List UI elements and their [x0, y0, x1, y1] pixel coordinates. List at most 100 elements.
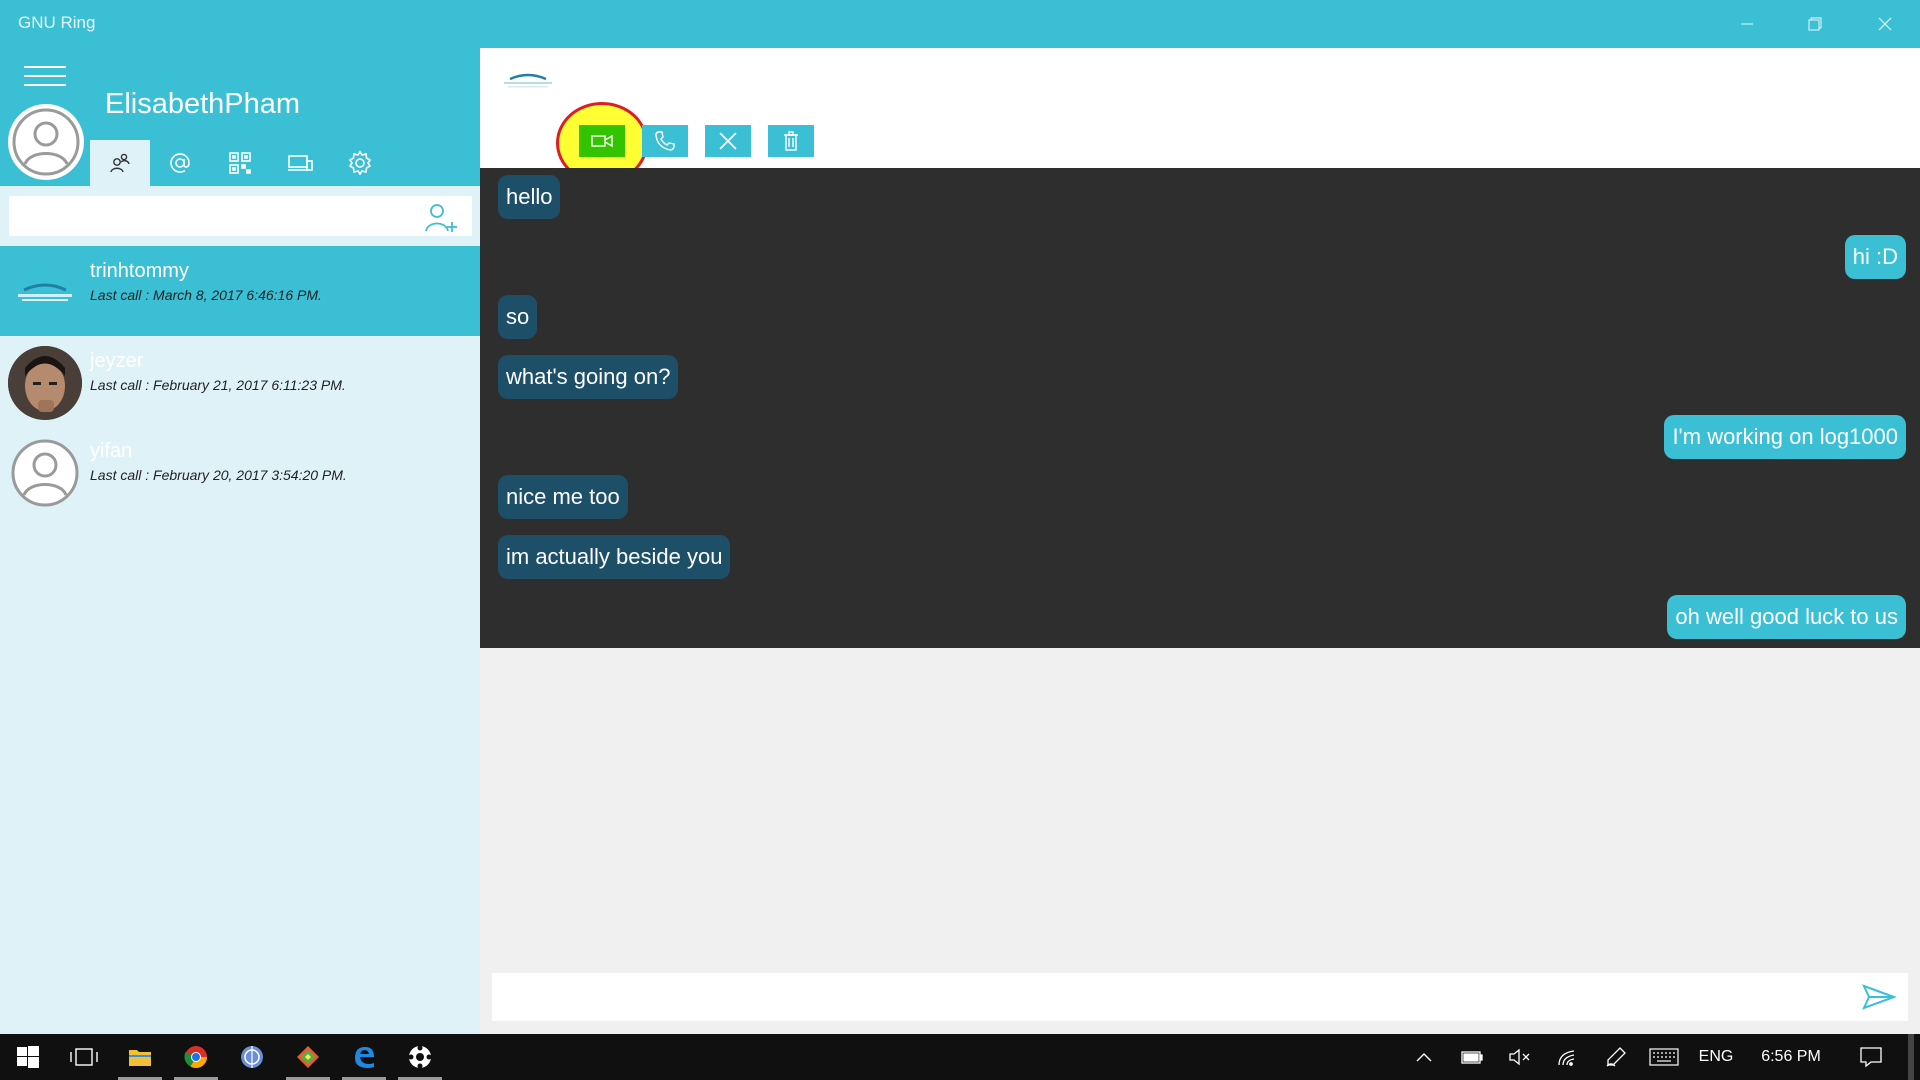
- restore-button[interactable]: [1792, 8, 1838, 40]
- send-icon: [1862, 984, 1897, 1010]
- tab-settings[interactable]: [330, 140, 390, 186]
- volume-muted-icon: [1509, 1048, 1530, 1066]
- clock-time: 6:56 PM: [1761, 1048, 1821, 1065]
- account-username: ElisabethPham: [105, 88, 301, 120]
- touch-keyboard-button[interactable]: [1644, 1034, 1684, 1080]
- minimize-icon: [1741, 23, 1753, 25]
- taskbar-file-explorer[interactable]: [112, 1034, 168, 1080]
- contact-name: jeyzer: [90, 350, 144, 372]
- pen-button[interactable]: [1596, 1034, 1636, 1080]
- contact-item-jeyzer[interactable]: jeyzer Last call : February 21, 2017 6:1…: [0, 336, 480, 426]
- contact-last-call: Last call : February 20, 2017 3:54:20 PM…: [90, 467, 347, 483]
- message-incoming: hello: [498, 175, 561, 219]
- conversation-header: [480, 48, 1920, 184]
- contact-photo-icon: [8, 346, 82, 420]
- keyboard-icon: [1649, 1048, 1679, 1066]
- close-conversation-button[interactable]: [705, 125, 751, 157]
- restore-icon: [1808, 17, 1822, 31]
- add-contact-button[interactable]: [424, 200, 460, 234]
- wifi-icon: [1558, 1050, 1575, 1066]
- app-globe-icon: [241, 1046, 263, 1068]
- avatar: [8, 256, 82, 330]
- action-center-button[interactable]: [1848, 1034, 1894, 1080]
- tab-contacts[interactable]: [90, 140, 150, 186]
- message-outgoing: hi :D: [1844, 235, 1906, 279]
- tab-qr-code[interactable]: [210, 140, 270, 186]
- task-view-icon: [70, 1048, 98, 1066]
- close-icon: [1878, 17, 1892, 31]
- delete-conversation-button[interactable]: [768, 125, 814, 157]
- taskbar-app[interactable]: [280, 1034, 336, 1080]
- battery-icon: [1461, 1051, 1483, 1064]
- battery-button[interactable]: [1452, 1034, 1492, 1080]
- video-call-icon: [591, 134, 613, 148]
- window-title: GNU Ring: [18, 13, 96, 32]
- notification-icon: [1860, 1047, 1882, 1068]
- qr-code-icon: [229, 152, 251, 174]
- task-view-button[interactable]: [56, 1034, 112, 1080]
- message-incoming: what's going on?: [498, 355, 679, 399]
- edge-icon: [355, 1047, 374, 1068]
- tab-accounts[interactable]: [150, 140, 210, 186]
- diamond-app-icon: [297, 1046, 319, 1068]
- ring-logo-icon: [18, 283, 72, 301]
- show-desktop-button[interactable]: [1908, 1034, 1914, 1080]
- message-incoming: so: [498, 295, 538, 339]
- title-bar: GNU Ring: [0, 0, 1920, 48]
- volume-button[interactable]: [1500, 1034, 1540, 1080]
- minimize-button[interactable]: [1724, 8, 1770, 40]
- message-outgoing: oh well good luck to us: [1667, 595, 1906, 639]
- avatar: [8, 436, 82, 510]
- contact-name: yifan: [90, 440, 133, 462]
- send-button[interactable]: [1862, 983, 1897, 1011]
- close-window-button[interactable]: [1862, 8, 1908, 40]
- audio-call-button[interactable]: [642, 125, 688, 157]
- at-icon: [170, 153, 190, 173]
- hamburger-menu-icon[interactable]: [24, 66, 66, 96]
- phone-icon: [655, 131, 675, 151]
- message-input[interactable]: [492, 973, 1908, 1021]
- avatar: [8, 346, 82, 420]
- clock-button[interactable]: 6:56 PM: [1748, 1034, 1834, 1080]
- taskbar-edge[interactable]: [336, 1034, 392, 1080]
- ring-app-icon: [408, 1045, 432, 1069]
- contact-search-input[interactable]: [9, 196, 472, 236]
- close-icon: [719, 132, 737, 150]
- folder-icon: [129, 1050, 151, 1066]
- pen-icon: [1606, 1047, 1626, 1067]
- user-avatar-icon: [12, 108, 80, 176]
- user-avatar-icon: [11, 439, 79, 507]
- taskbar-app[interactable]: [224, 1034, 280, 1080]
- sidebar-header: ElisabethPham: [0, 48, 480, 186]
- ring-logo-icon: [504, 73, 552, 88]
- trash-icon: [784, 131, 798, 151]
- add-user-icon: [425, 204, 457, 232]
- contact-name: trinhtommy: [90, 260, 189, 282]
- taskbar-gnu-ring[interactable]: [392, 1034, 448, 1080]
- video-call-button[interactable]: [579, 125, 625, 157]
- message-outgoing: I'm working on log1000: [1664, 415, 1906, 459]
- message-incoming: im actually beside you: [498, 535, 731, 579]
- conversation-pane: hello hi :D so what's going on? I'm work…: [480, 48, 1920, 1034]
- contact-last-call: Last call : March 8, 2017 6:46:16 PM.: [90, 287, 322, 303]
- taskbar: ENG 6:56 PM: [0, 1034, 1920, 1080]
- tab-devices[interactable]: [270, 140, 330, 186]
- contact-item-trinhtommy[interactable]: trinhtommy Last call : March 8, 2017 6:4…: [0, 246, 480, 336]
- windows-logo-icon: [17, 1046, 39, 1068]
- sidebar: ElisabethPham trinhtommy Last call: Mar…: [0, 48, 480, 1034]
- gear-icon: [348, 150, 372, 176]
- taskbar-chrome[interactable]: [168, 1034, 224, 1080]
- contact-item-yifan[interactable]: yifan Last call : February 20, 2017 3:54…: [0, 426, 480, 516]
- avatar[interactable]: [8, 104, 84, 180]
- chevron-up-icon: [1416, 1053, 1432, 1062]
- contact-last-call: Last call : February 21, 2017 6:11:23 PM…: [90, 377, 346, 393]
- message-incoming: nice me too: [498, 475, 628, 519]
- chrome-icon: [184, 1046, 207, 1068]
- language-indicator: ENG: [1698, 1048, 1734, 1065]
- contacts-icon: [110, 153, 130, 173]
- show-hidden-icons-button[interactable]: [1404, 1034, 1444, 1080]
- message-list[interactable]: hello hi :D so what's going on? I'm work…: [480, 168, 1920, 648]
- network-button[interactable]: [1548, 1034, 1588, 1080]
- start-button[interactable]: [0, 1034, 56, 1080]
- input-language-button[interactable]: ENG: [1692, 1034, 1740, 1080]
